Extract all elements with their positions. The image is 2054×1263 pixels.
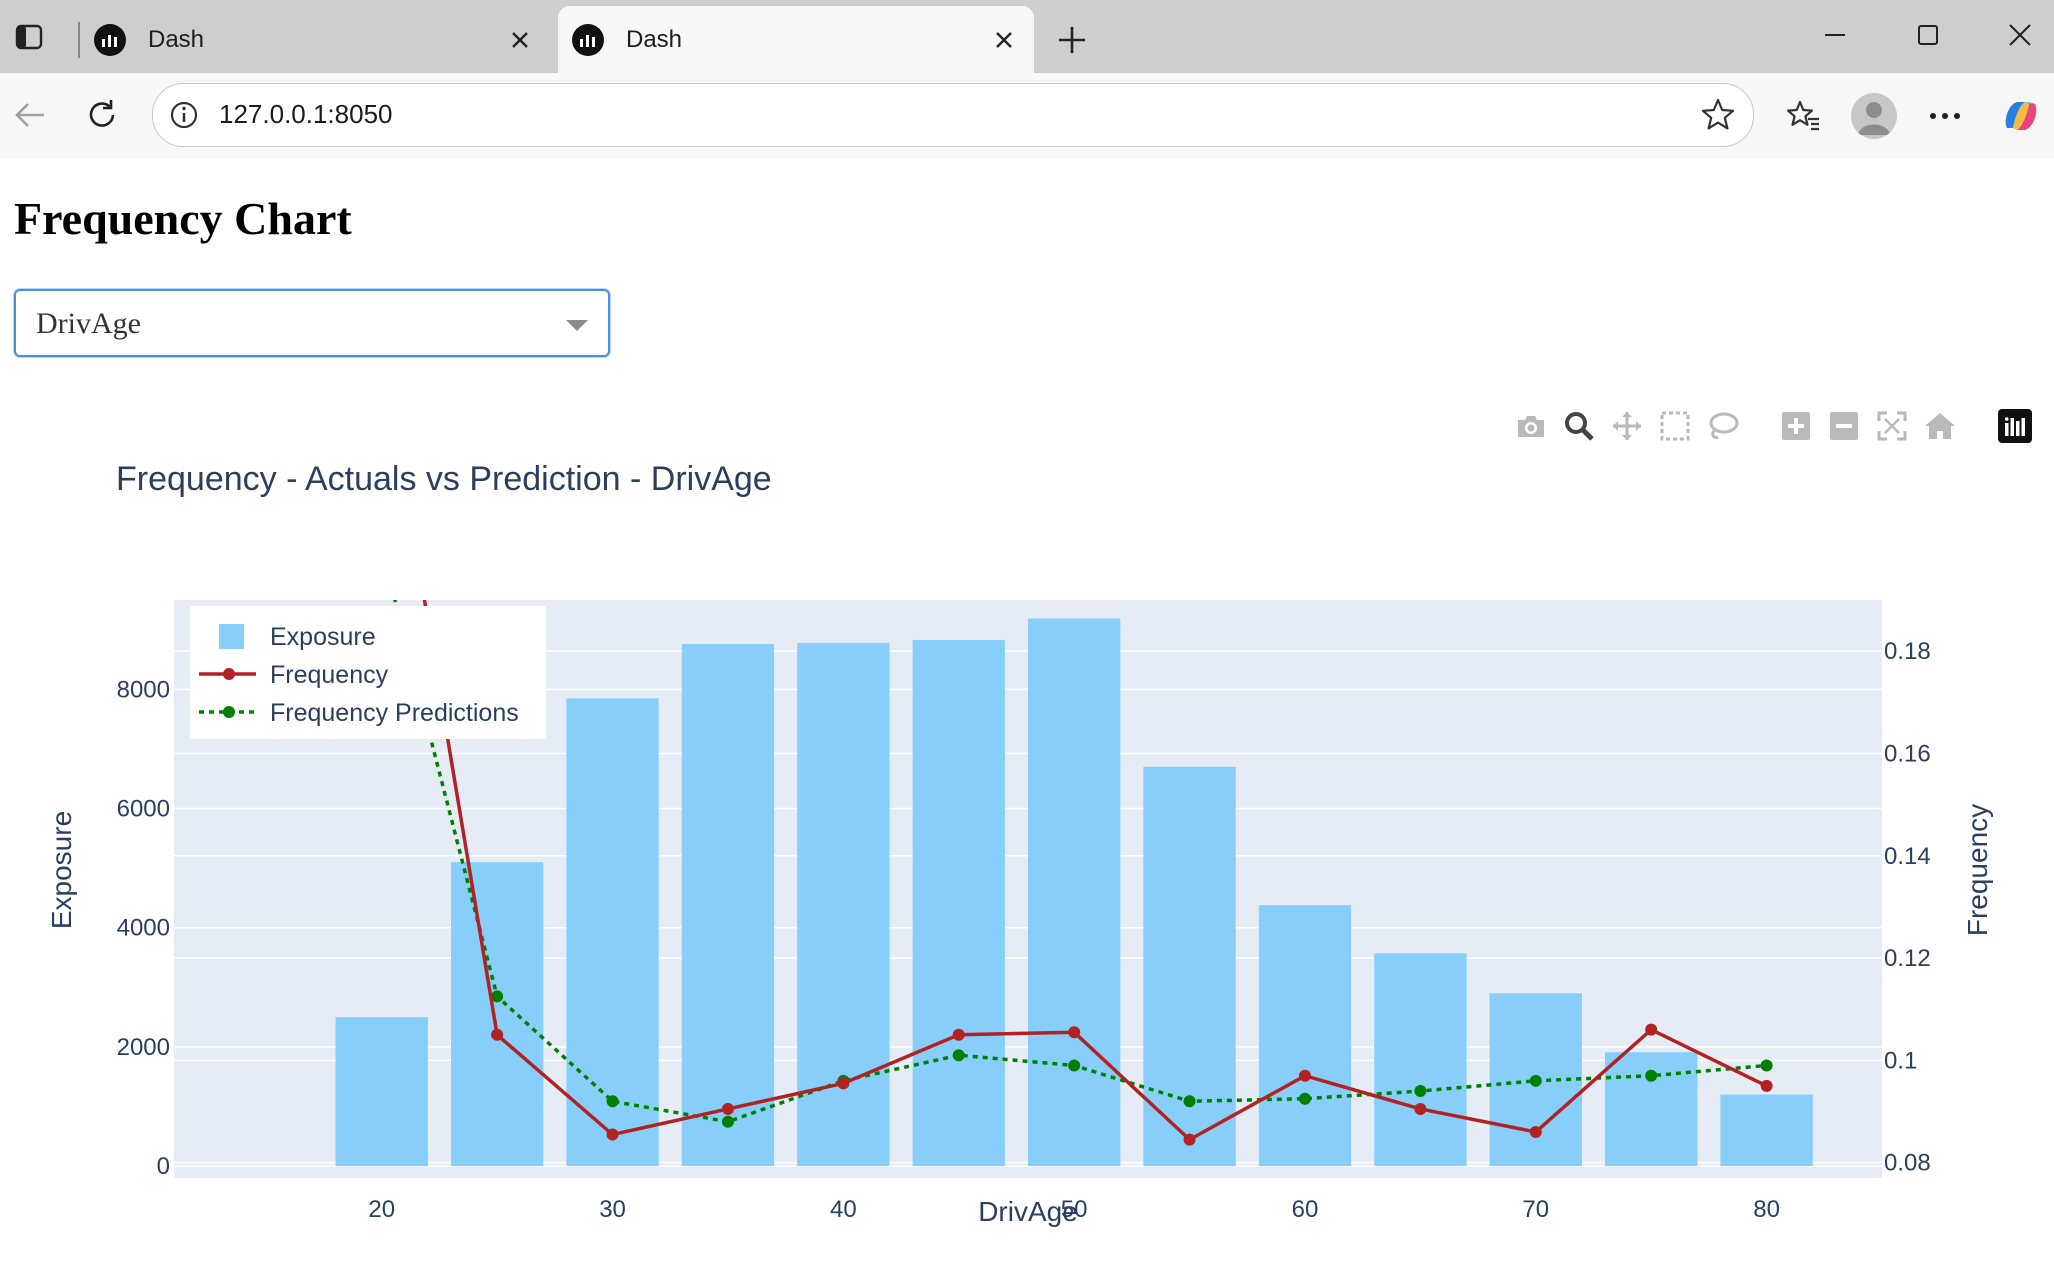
y-axis-title: Exposure [46,811,77,929]
chevron-down-icon[interactable] [566,320,588,331]
close-tab-icon[interactable] [984,20,1024,60]
tab-actions-icon[interactable] [14,22,44,52]
maximize-icon[interactable] [1903,14,1953,56]
frequency-point [1068,1026,1081,1039]
y2-tick-label: 0.08 [1884,1150,1931,1177]
legend-marker-frequency [223,668,235,680]
dash-favicon-icon [94,23,126,56]
prediction-point [606,1095,619,1108]
exposure-bar [912,639,1005,1167]
minimize-icon[interactable] [1810,14,1860,56]
prediction-point [376,543,388,555]
x-tick-label: 30 [599,1196,626,1223]
y-tick-label: 8000 [117,676,170,703]
site-info-icon[interactable] [167,98,201,132]
y2-tick-label: 0.14 [1884,843,1931,870]
chart-legend: Exposure Frequency Frequency Predictions [190,606,546,739]
browser-toolbar: 127.0.0.1:8050 [0,73,2054,158]
x-axis-title: DrivAge [978,1196,1078,1227]
favorites-icon[interactable] [1780,93,1826,139]
x-tick-label: 40 [830,1196,857,1223]
tab-title: Dash [626,25,683,53]
legend-label: Exposure [270,623,376,651]
exposure-bar [681,644,775,1167]
prediction-point [952,1049,965,1062]
exposure-bar [1605,1052,1698,1167]
y2-tick-label: 0.18 [1884,638,1931,665]
exposure-bar [450,862,544,1167]
exposure-bar [1720,1094,1813,1167]
new-tab-icon[interactable] [1052,20,1092,60]
frequency-point [606,1128,619,1141]
frequency-point [491,1028,504,1041]
profile-avatar[interactable] [1851,93,1897,139]
exposure-bar [1028,618,1121,1167]
frequency-chart: Frequency - Actuals vs Prediction - Driv… [46,460,1993,1227]
y-tick-label: 6000 [117,796,170,823]
frequency-point [1414,1102,1427,1115]
chart-title: Frequency - Actuals vs Prediction - Driv… [116,460,772,498]
more-options-icon[interactable] [1922,93,1968,139]
frequency-point [837,1077,850,1090]
y-tick-label: 2000 [117,1034,170,1061]
frequency-point [952,1028,965,1041]
frequency-point [1760,1079,1773,1092]
close-tab-icon[interactable] [500,20,540,60]
copilot-icon[interactable] [1998,93,2044,139]
prediction-point [1414,1085,1427,1098]
frequency-point [721,1102,734,1115]
exposure-bar [1374,953,1467,1167]
tab-dash-1[interactable]: Dash [80,6,550,73]
prediction-point [1298,1092,1311,1105]
x-tick-label: 60 [1292,1196,1319,1223]
close-window-icon[interactable] [1995,14,2045,56]
frequency-point [1529,1125,1542,1138]
dropdown-selected-value: DrivAge [36,307,141,340]
legend-marker-prediction [223,706,235,718]
frequency-point [1183,1133,1196,1146]
prediction-point [721,1115,734,1128]
url-text: 127.0.0.1:8050 [219,99,393,129]
y-tick-label: 4000 [117,915,170,942]
tab-dash-2[interactable]: Dash [558,6,1034,73]
y2-axis-title: Frequency [1962,804,1993,936]
tab-title: Dash [148,25,205,53]
reload-icon[interactable] [80,93,124,137]
page-title: Frequency Chart [14,193,352,244]
legend-label: Frequency [270,661,389,689]
tab-bar: Dash Dash [0,0,2054,73]
address-bar[interactable]: 127.0.0.1:8050 [152,83,1754,147]
favorite-star-icon[interactable] [1699,96,1737,134]
prediction-point [1760,1059,1773,1072]
y2-tick-label: 0.16 [1884,740,1931,767]
exposure-bar [1258,905,1352,1167]
legend-swatch-exposure [219,624,244,649]
frequency-point [1645,1023,1658,1036]
y-tick-label: 0 [157,1153,170,1180]
legend-label: Frequency Predictions [270,699,519,727]
frequency-point [1298,1069,1311,1082]
prediction-point [1068,1059,1081,1072]
x-tick-label: 80 [1753,1196,1780,1223]
back-icon[interactable] [8,93,52,137]
exposure-bar [335,1017,428,1167]
y2-tick-label: 0.1 [1884,1047,1917,1074]
dash-favicon-icon [572,23,604,56]
variable-dropdown[interactable]: DrivAge [14,289,610,357]
x-tick-label: 20 [368,1196,395,1223]
prediction-point [1645,1069,1658,1082]
prediction-point [1183,1095,1196,1108]
x-tick-label: 70 [1522,1196,1549,1223]
prediction-point [1529,1074,1542,1087]
y2-tick-label: 0.12 [1884,945,1931,972]
